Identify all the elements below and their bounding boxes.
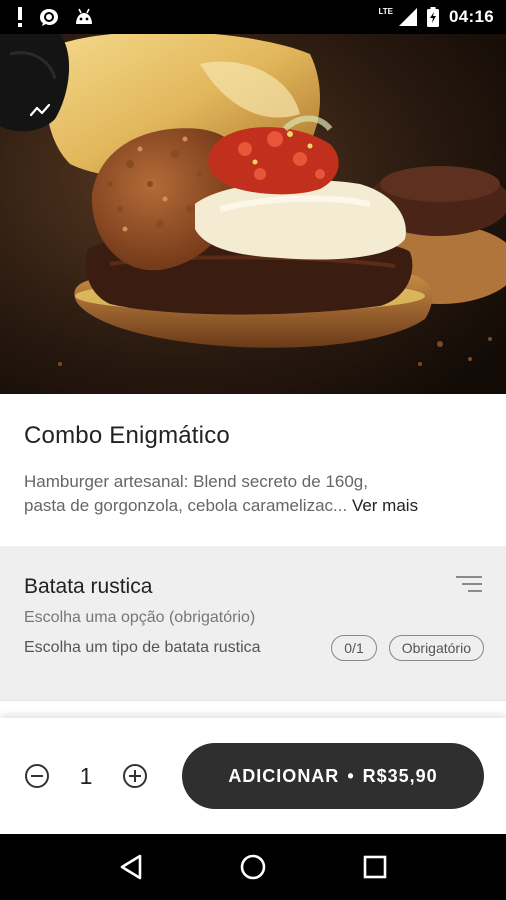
alert-icon: [16, 7, 24, 27]
quantity-stepper: 1: [24, 763, 148, 790]
status-notifications: [16, 7, 94, 27]
status-system: LTE 04:16: [379, 7, 495, 27]
product-description: Hamburger artesanal: Blend secreto de 16…: [24, 470, 482, 518]
collapse-button[interactable]: [22, 92, 58, 128]
selection-counter-badge: 0/1: [331, 635, 377, 661]
description-line-1: Hamburger artesanal: Blend secreto de 16…: [24, 472, 368, 491]
nav-recents-button[interactable]: [355, 847, 395, 887]
order-action-bar: 1 ADICIONAR • R$35,90: [0, 718, 506, 834]
triangle-back-icon: [120, 854, 142, 880]
option-group-subtitle: Escolha uma opção (obrigatório): [24, 609, 256, 626]
option-group-batata: Batata rustica Escolha uma opção (obriga…: [0, 546, 506, 700]
chat-sync-icon: [38, 7, 60, 27]
sort-lines-icon[interactable]: [456, 574, 484, 599]
add-button-label: ADICIONAR: [228, 765, 340, 786]
clock: 04:16: [449, 7, 494, 26]
add-to-cart-button[interactable]: ADICIONAR • R$35,90: [182, 743, 484, 809]
nav-home-button[interactable]: [233, 847, 273, 887]
burger-photo: [0, 34, 506, 394]
battery-charging-icon: [427, 7, 440, 27]
circle-home-icon: [240, 854, 266, 880]
description-line-2-text: pasta de gorgonzola, cebola caramelizac.…: [24, 496, 348, 515]
add-button-separator: •: [347, 765, 355, 786]
minus-circle-icon: [25, 764, 49, 788]
signal-icon: [399, 8, 418, 26]
product-image: [0, 34, 506, 394]
required-badge: Obrigatório: [388, 635, 484, 661]
decrement-button[interactable]: [24, 763, 50, 789]
add-button-price: R$35,90: [362, 765, 438, 786]
status-bar: LTE 04:16: [0, 0, 506, 34]
product-title: Combo Enigmático: [24, 422, 230, 449]
plus-circle-icon: [123, 764, 147, 788]
see-more-link[interactable]: Ver mais: [352, 496, 418, 515]
description-line-2: pasta de gorgonzola, cebola caramelizac.…: [24, 494, 482, 518]
increment-button[interactable]: [122, 763, 148, 789]
square-recents-icon: [363, 855, 387, 879]
quantity-value: 1: [79, 762, 93, 789]
nav-back-button[interactable]: [111, 847, 151, 887]
chevron-down-icon: [29, 103, 51, 117]
option-group-description: Escolha um tipo de batata rustica: [24, 639, 261, 656]
system-navigation-bar: [0, 834, 506, 900]
option-group-title: Batata rustica: [24, 574, 153, 598]
network-type: LTE: [378, 6, 394, 16]
android-icon: [74, 8, 94, 26]
product-info: Combo Enigmático Hamburger artesanal: Bl…: [0, 394, 506, 546]
